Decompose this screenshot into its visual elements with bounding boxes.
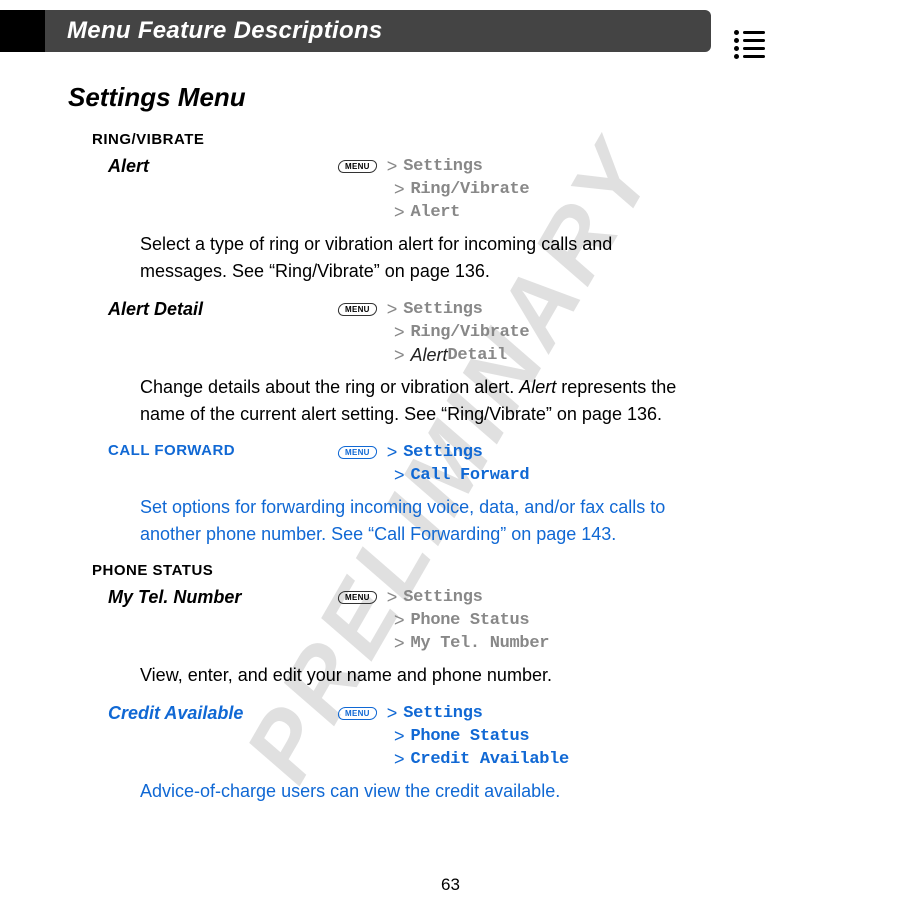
path-segment: Ring/Vibrate — [411, 180, 530, 199]
path-separator: > — [394, 465, 405, 486]
entry-credit: Credit Available MENU > Settings > Phone… — [108, 703, 801, 772]
path-separator: > — [394, 726, 405, 747]
entry-name: Alert Detail — [108, 299, 338, 320]
page-number: 63 — [0, 875, 901, 895]
path-segment: My Tel. Number — [411, 634, 550, 653]
path-segment: Ring/Vibrate — [411, 323, 530, 342]
path-separator: > — [394, 322, 405, 343]
path-separator: > — [387, 442, 398, 463]
entry-name: Credit Available — [108, 703, 338, 724]
entry-desc: Select a type of ring or vibration alert… — [140, 231, 700, 285]
entry-desc: Change details about the ring or vibrati… — [140, 374, 700, 428]
path-segment: Detail — [448, 346, 507, 365]
entry-alert-detail: Alert Detail MENU > Settings > Ring/Vibr… — [108, 299, 801, 368]
header-accent — [0, 10, 45, 52]
menu-key-icon: MENU — [337, 591, 378, 604]
path-separator: > — [394, 179, 405, 200]
menu-key-icon: MENU — [337, 446, 378, 459]
path-segment: Phone Status — [411, 727, 530, 746]
entry-desc: Advice-of-charge users can view the cred… — [140, 778, 700, 805]
path-segment: Phone Status — [411, 611, 530, 630]
entry-call-forward: CALL FORWARD MENU > Settings > Call Forw… — [108, 442, 801, 488]
path-segment: Settings — [403, 704, 482, 723]
path-separator: > — [394, 633, 405, 654]
entry-name: My Tel. Number — [108, 587, 338, 608]
path-segment: Settings — [403, 443, 482, 462]
section-title: Settings Menu — [68, 82, 801, 113]
entry-name: Alert — [108, 156, 338, 177]
header-title: Menu Feature Descriptions — [45, 10, 711, 52]
entry-path: MENU > Settings > Call Forward — [338, 442, 801, 488]
subhead-ring-vibrate: RING/VIBRATE — [92, 131, 801, 148]
path-italic: Alert — [411, 345, 448, 366]
path-segment: Call Forward — [411, 466, 530, 485]
menu-key-icon: MENU — [337, 303, 378, 316]
path-separator: > — [394, 345, 405, 366]
menu-key-icon: MENU — [337, 707, 378, 720]
entry-path: MENU > Settings > Phone Status > Credit … — [338, 703, 801, 772]
path-separator: > — [394, 202, 405, 223]
menu-key-icon: MENU — [337, 160, 378, 173]
entry-alert: Alert MENU > Settings > Ring/Vibrate > A… — [108, 156, 801, 225]
path-segment: Settings — [403, 588, 482, 607]
page-content: Settings Menu RING/VIBRATE Alert MENU > … — [0, 52, 901, 805]
path-segment: Credit Available — [411, 750, 569, 769]
path-separator: > — [387, 703, 398, 724]
path-separator: > — [387, 299, 398, 320]
entry-path: MENU > Settings > Ring/Vibrate > Alert — [338, 156, 801, 225]
path-segment: Settings — [403, 157, 482, 176]
entry-path: MENU > Settings > Ring/Vibrate > Alert D… — [338, 299, 801, 368]
entry-desc: View, enter, and edit your name and phon… — [140, 662, 700, 689]
entry-path: MENU > Settings > Phone Status > My Tel.… — [338, 587, 801, 656]
path-separator: > — [387, 156, 398, 177]
path-separator: > — [387, 587, 398, 608]
entry-name: CALL FORWARD — [108, 442, 338, 459]
entry-my-tel: My Tel. Number MENU > Settings > Phone S… — [108, 587, 801, 656]
path-separator: > — [394, 610, 405, 631]
path-separator: > — [394, 749, 405, 770]
path-segment: Settings — [403, 300, 482, 319]
entry-desc: Set options for forwarding incoming voic… — [140, 494, 700, 548]
path-segment: Alert — [411, 203, 461, 222]
subhead-phone-status: PHONE STATUS — [92, 562, 801, 579]
